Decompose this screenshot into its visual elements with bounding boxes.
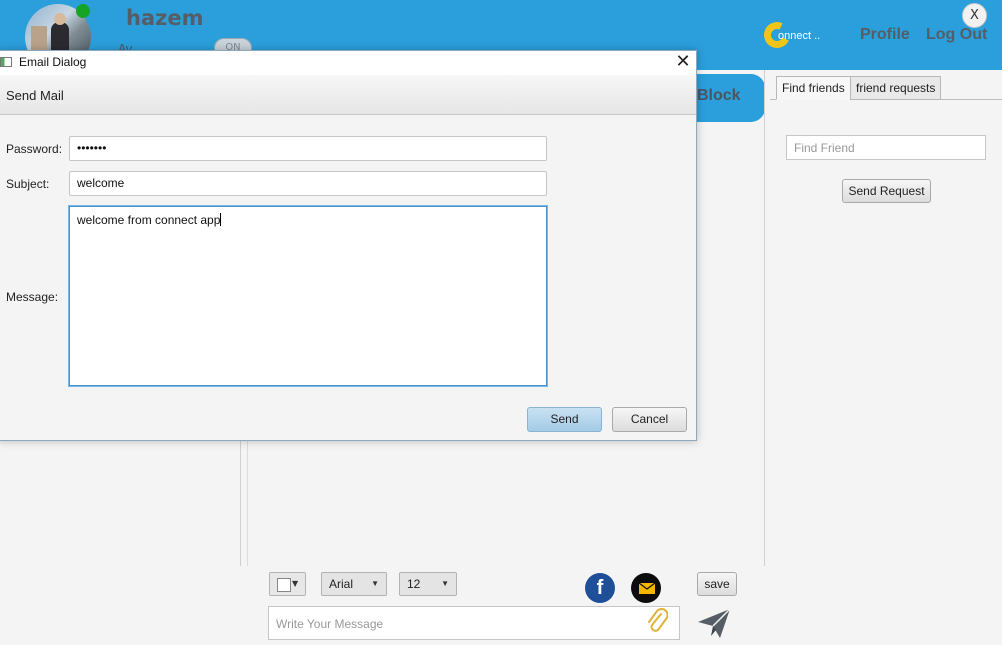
close-icon[interactable]: ✕ [673,52,693,72]
message-text: welcome from connect app [77,213,221,227]
close-app-button[interactable]: X [962,3,987,28]
password-label: Password: [6,142,63,156]
dialog-titlebar[interactable]: Email Dialog ✕ [0,51,696,75]
cancel-button[interactable]: Cancel [612,407,687,432]
dialog-window-title: Email Dialog [19,55,87,69]
profile-link[interactable]: Profile [860,26,910,44]
dialog-header: Send Mail [0,75,696,115]
text-caret [220,213,222,226]
chevron-down-icon: ▼ [292,579,299,588]
font-size-value: 12 [407,577,421,591]
text-color-picker[interactable]: ▼ [269,572,306,596]
paperclip-icon[interactable] [646,608,669,636]
tab-friend-requests[interactable]: friend requests [850,76,942,100]
divider [240,440,241,566]
color-swatch [277,578,291,592]
message-input[interactable]: Write Your Message [268,606,680,640]
find-friend-input[interactable]: Find Friend [786,135,986,160]
subject-field[interactable]: welcome [69,171,547,196]
logo-text: onnect .. [778,30,821,42]
font-family-select[interactable]: Arial ▼ [321,572,387,596]
font-size-select[interactable]: 12 ▼ [399,572,457,596]
block-label: Block [697,87,741,104]
divider [764,70,765,566]
font-family-value: Arial [329,577,354,591]
send-button[interactable]: Send [527,407,602,432]
send-icon[interactable] [696,606,732,640]
facebook-icon[interactable]: f [585,573,615,603]
email-dialog: Email Dialog ✕ Send Mail Password: •••••… [0,50,697,441]
message-label: Message: [6,290,59,304]
chevron-down-icon: ▼ [441,579,449,588]
chevron-down-icon: ▼ [371,579,379,588]
password-field[interactable]: ••••••• [69,136,547,161]
username: hazem [126,6,204,30]
connect-logo: onnect .. [760,18,834,52]
mail-icon[interactable] [631,573,661,603]
send-request-button[interactable]: Send Request [842,179,931,203]
subject-label: Subject: [6,177,50,191]
online-status-indicator [76,4,90,18]
window-icon [0,57,12,67]
logout-link[interactable]: Log Out [926,26,987,44]
save-button[interactable]: save [697,572,737,596]
message-textarea[interactable]: welcome from connect app [69,206,547,386]
tab-find-friends[interactable]: Find friends [776,76,851,100]
dialog-header-text: Send Mail [6,88,64,103]
